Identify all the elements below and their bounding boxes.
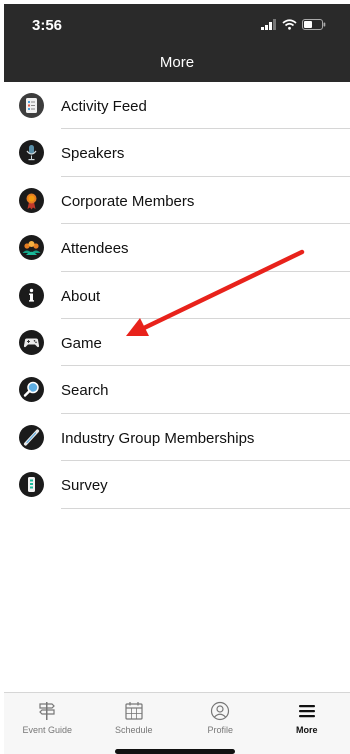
info-icon (19, 282, 44, 308)
calendar-icon (125, 702, 143, 720)
activity-feed-icon (19, 93, 44, 118)
menu-item-label: Corporate Members (61, 192, 195, 210)
tab-event-guide[interactable]: Event Guide (4, 693, 91, 754)
profile-icon (211, 701, 230, 721)
tab-schedule[interactable]: Schedule (91, 693, 178, 754)
menu-item-search[interactable]: Search (4, 366, 350, 414)
magnifier-icon (19, 377, 44, 403)
tab-more[interactable]: More (264, 693, 350, 754)
menu-item-activity-feed[interactable]: Activity Feed (4, 82, 350, 130)
menu-item-label: Search (61, 382, 109, 400)
menu-item-label: Activity Feed (61, 98, 147, 115)
industry-group-icon (19, 424, 44, 450)
tab-bar: Event Guide Schedule Profile More (4, 692, 350, 754)
wifi-icon (282, 19, 297, 30)
menu-item-survey[interactable]: Survey (4, 461, 350, 509)
battery-icon (302, 19, 326, 30)
nav-bar: More (4, 42, 350, 82)
divider (61, 507, 350, 509)
menu-item-industry-group-memberships[interactable]: Industry Group Memberships (4, 414, 350, 462)
menu-item-speakers[interactable]: Speakers (4, 129, 350, 177)
menu-item-game[interactable]: Game (4, 319, 350, 367)
menu-item-corporate-members[interactable]: Corporate Members (4, 177, 350, 225)
tab-label: More (295, 725, 318, 735)
tab-label: Profile (207, 725, 233, 735)
tab-label: Event Guide (22, 725, 73, 735)
attendees-icon (19, 235, 44, 261)
signal-icon (261, 19, 276, 30)
page-title: More (159, 54, 195, 71)
signpost-icon (39, 702, 56, 720)
tab-label: Schedule (114, 725, 153, 735)
menu-item-label: Attendees (61, 240, 129, 258)
menu-item-about[interactable]: About (4, 272, 350, 319)
tab-profile[interactable]: Profile (177, 693, 264, 754)
menu-item-label: About (61, 287, 101, 305)
menu-item-label: Game (61, 334, 102, 352)
survey-icon (19, 472, 44, 498)
menu-item-attendees[interactable]: Attendees (4, 224, 350, 272)
menu-item-label: Speakers (61, 145, 125, 163)
more-menu-list: Activity Feed Speakers Corporate Members (4, 82, 350, 509)
menu-icon (298, 705, 315, 718)
home-indicator (115, 749, 235, 754)
status-bar: 3:56 (4, 4, 350, 42)
gamepad-icon (19, 329, 44, 355)
status-icons (261, 19, 326, 30)
microphone-icon (19, 140, 44, 166)
status-time: 3:56 (32, 17, 63, 34)
menu-item-label: Industry Group Memberships (61, 429, 255, 447)
menu-item-label: Survey (61, 477, 108, 495)
ribbon-badge-icon (19, 187, 44, 213)
